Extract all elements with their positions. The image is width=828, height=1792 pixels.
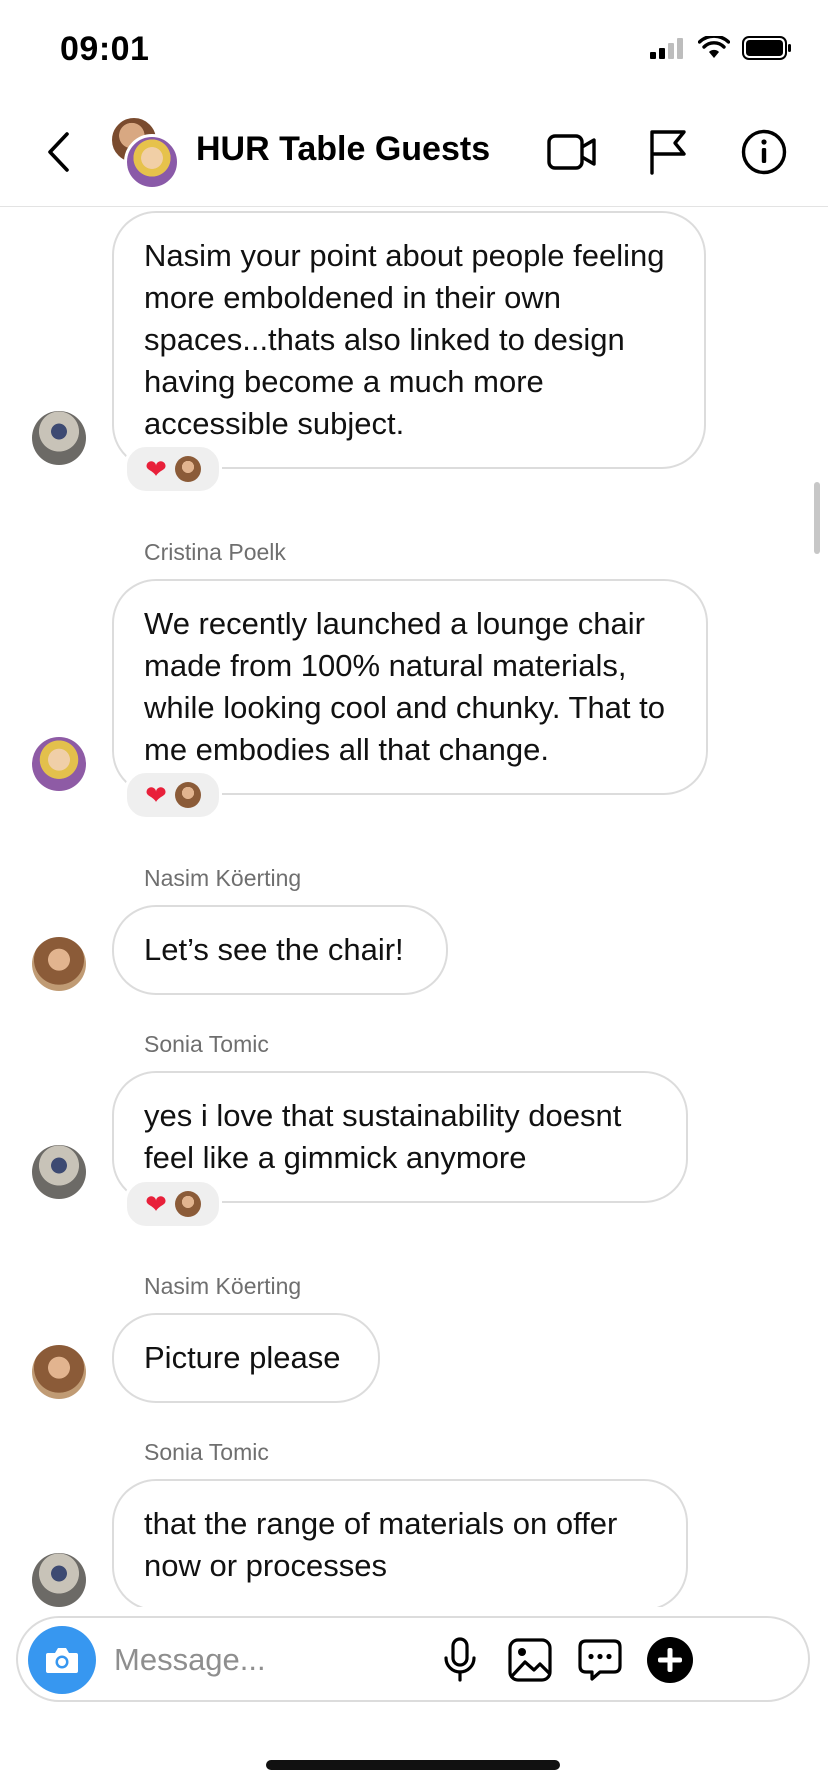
scroll-indicator[interactable] [814,482,820,554]
info-icon [741,129,787,175]
flag-icon [650,130,686,175]
sticker-button[interactable] [572,1632,628,1688]
avatar[interactable] [32,1145,86,1199]
back-button[interactable] [34,124,84,180]
voice-message-button[interactable] [432,1632,488,1688]
sender-name: Nasim Köerting [144,1273,302,1299]
heart-icon: ❤ [145,780,167,810]
microphone-icon [444,1637,476,1682]
status-time: 09:01 [60,30,150,68]
more-options-button[interactable] [642,1632,698,1688]
sender-name: Sonia Tomic [144,1439,269,1465]
image-icon [508,1638,552,1682]
avatar[interactable] [32,937,86,991]
home-indicator[interactable] [266,1760,560,1770]
heart-icon: ❤ [145,454,167,484]
cellular-signal-icon [650,38,683,59]
gallery-button[interactable] [502,1632,558,1688]
avatar[interactable] [32,1345,86,1399]
message-text: yes i love that sustainability doesnt fe… [144,1098,622,1175]
sender-name: Sonia Tomic [144,1031,269,1057]
video-call-button[interactable] [544,124,600,180]
chat-bubble-icon [578,1639,622,1681]
group-avatar[interactable] [110,116,180,190]
message-thread[interactable]: Nasim your point about people feeling mo… [0,207,828,1607]
sender-name: Nasim Köerting [144,865,302,891]
message-text: Let’s see the chair! [144,932,404,967]
reactor-avatar [174,782,201,808]
reaction-badge[interactable]: ❤ [124,1179,222,1229]
message-bubble[interactable]: Picture please [112,1313,380,1403]
message-bubble[interactable]: Let’s see the chair! [112,905,448,995]
video-camera-icon [547,134,596,170]
status-bar: 09:01 [0,0,828,100]
wifi-icon [698,36,730,58]
plus-icon [647,1637,693,1683]
message-text: We recently launched a lounge chair made… [144,606,666,767]
reactor-avatar [174,1191,201,1217]
reaction-badge[interactable]: ❤ [124,770,222,820]
message-text: Picture please [144,1340,341,1375]
camera-icon [46,1648,78,1673]
avatar[interactable] [32,1553,86,1607]
status-icons [650,36,792,60]
avatar[interactable] [32,411,86,465]
message-text: that the range of materials on offer now… [144,1506,618,1583]
battery-icon [742,36,791,60]
camera-button[interactable] [28,1626,96,1694]
report-button[interactable] [640,124,696,180]
chevron-left-icon [48,132,69,172]
reactor-avatar [174,456,201,482]
message-bubble[interactable]: that the range of materials on offer now… [112,1479,688,1607]
member-avatar [124,134,180,190]
message-bubble[interactable]: Nasim your point about people feeling mo… [112,211,706,469]
reaction-badge[interactable]: ❤ [124,444,222,494]
sender-name: Cristina Poelk [144,539,286,565]
info-button[interactable] [736,124,792,180]
heart-icon: ❤ [145,1189,167,1219]
conversation-title[interactable]: HUR Table Guests [196,130,490,169]
message-text: Nasim your point about people feeling mo… [144,238,665,441]
conversation-header: HUR Table Guests [0,100,828,207]
avatar[interactable] [32,737,86,791]
message-composer [16,1616,810,1702]
message-bubble[interactable]: We recently launched a lounge chair made… [112,579,708,795]
